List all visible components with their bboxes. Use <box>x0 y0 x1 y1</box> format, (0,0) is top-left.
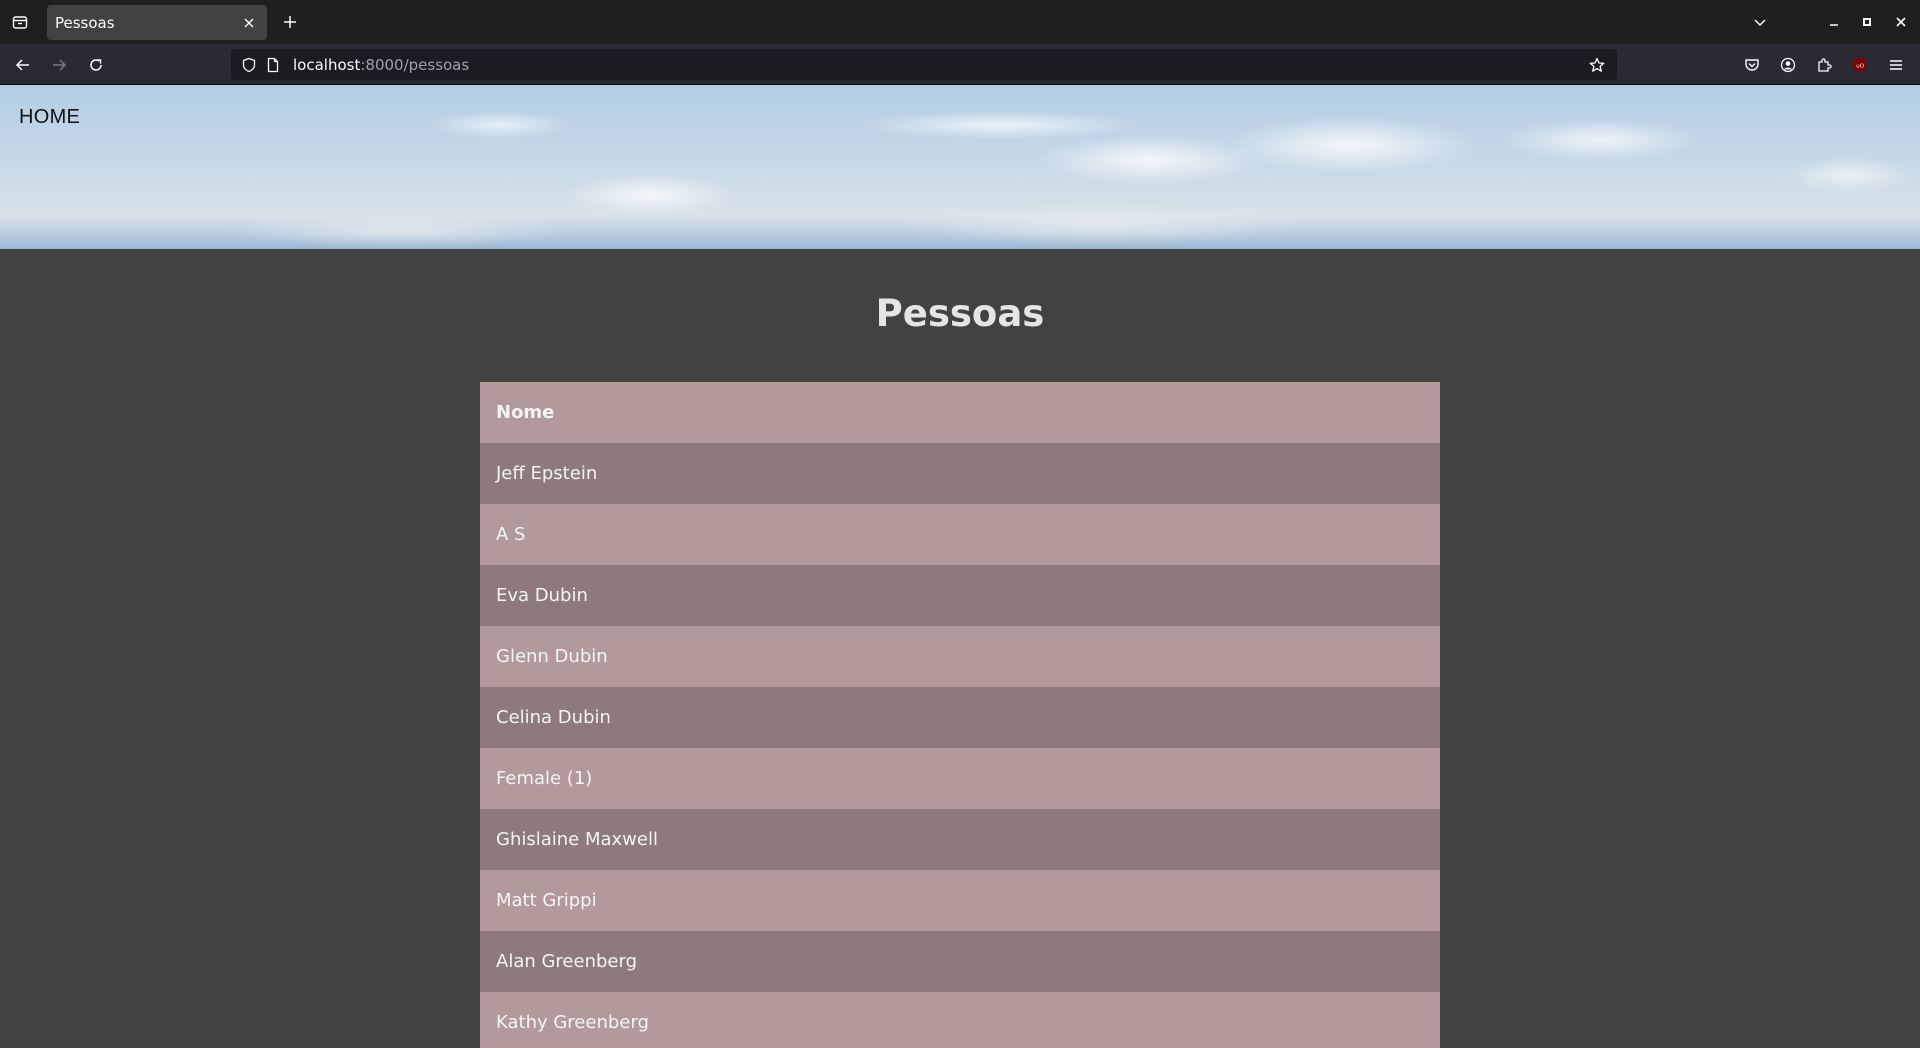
table-row: Glenn Dubin <box>480 626 1440 687</box>
close-window-icon[interactable] <box>1887 10 1915 34</box>
pocket-icon[interactable] <box>1740 53 1764 77</box>
page-info-icon[interactable] <box>261 53 285 77</box>
table-header-nome: Nome <box>480 382 1440 443</box>
table-row: Kathy Greenberg <box>480 992 1440 1048</box>
extensions-icon[interactable] <box>1812 53 1836 77</box>
tab-overview-icon[interactable] <box>8 10 32 34</box>
shield-icon[interactable] <box>237 53 261 77</box>
menu-icon[interactable] <box>1884 53 1908 77</box>
svg-text:uO: uO <box>1856 64 1864 70</box>
back-icon[interactable] <box>10 52 36 78</box>
list-all-tabs-icon[interactable] <box>1746 10 1774 34</box>
bookmark-star-icon[interactable] <box>1585 53 1609 77</box>
table-row: Matt Grippi <box>480 870 1440 931</box>
ublock-origin-icon[interactable]: uO <box>1848 53 1872 77</box>
tab-title: Pessoas <box>55 13 115 32</box>
home-link[interactable]: HOME <box>19 106 80 129</box>
page-title: Pessoas <box>875 292 1045 335</box>
active-tab[interactable]: Pessoas <box>47 5 267 40</box>
table-row: Female (1) <box>480 748 1440 809</box>
url-host: localhost <box>293 55 361 74</box>
table-row: Celina Dubin <box>480 687 1440 748</box>
table-row: Jeff Epstein <box>480 443 1440 504</box>
forward-icon[interactable] <box>46 52 72 78</box>
table-row: Ghislaine Maxwell <box>480 809 1440 870</box>
account-icon[interactable] <box>1776 53 1800 77</box>
reload-icon[interactable] <box>83 52 109 78</box>
url-bar[interactable]: localhost:8000/pessoas <box>231 49 1617 80</box>
url-text[interactable]: localhost:8000/pessoas <box>293 56 469 74</box>
page-content: HOME Pessoas Nome Jeff Epstein A S Eva D… <box>0 85 1920 1048</box>
browser-tab-bar: Pessoas <box>0 0 1920 44</box>
table-row: A S <box>480 504 1440 565</box>
new-tab-icon[interactable] <box>278 10 302 34</box>
table-row: Eva Dubin <box>480 565 1440 626</box>
maximize-icon[interactable] <box>1853 10 1881 34</box>
browser-nav-bar: localhost:8000/pessoas uO <box>0 44 1920 85</box>
table-row: Alan Greenberg <box>480 931 1440 992</box>
sky-banner: HOME <box>0 85 1920 249</box>
people-table: Nome Jeff Epstein A S Eva Dubin Glenn Du… <box>480 382 1440 1048</box>
url-path: :8000/pessoas <box>360 55 470 74</box>
close-tab-icon[interactable] <box>237 11 261 35</box>
minimize-icon[interactable] <box>1820 10 1848 34</box>
